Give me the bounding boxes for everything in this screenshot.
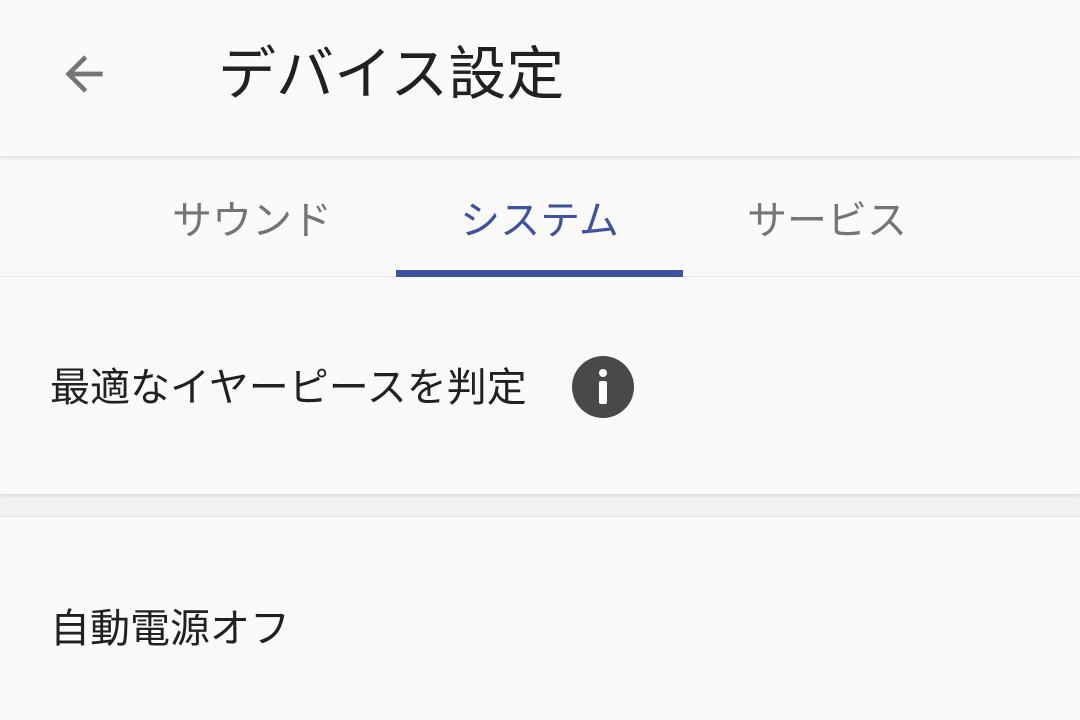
arrow-back-icon [65,55,103,93]
tab-bar: サウンド システム サービス [0,158,1080,277]
info-icon-dot [599,369,607,377]
setting-label: 最適なイヤーピースを判定 [50,365,527,411]
app-bar: デバイス設定 [0,0,1080,156]
setting-optimal-earpiece[interactable]: 最適なイヤーピースを判定 [0,278,1080,494]
back-button[interactable] [44,34,124,114]
section-divider [0,494,1080,516]
info-icon-stem [599,381,607,404]
tab-sound[interactable]: サウンド [108,158,396,276]
active-tab-indicator [396,270,683,277]
info-icon[interactable] [572,356,634,418]
setting-auto-power-off[interactable]: 自動電源オフ [0,516,1080,720]
page-title: デバイス設定 [218,40,565,108]
device-settings-screen: デバイス設定 サウンド システム サービス 最適なイヤーピースを判定 自動電源オ… [0,0,1080,720]
setting-label: 自動電源オフ [50,606,290,652]
tab-system[interactable]: システム [396,158,683,276]
tab-service[interactable]: サービス [683,158,971,276]
